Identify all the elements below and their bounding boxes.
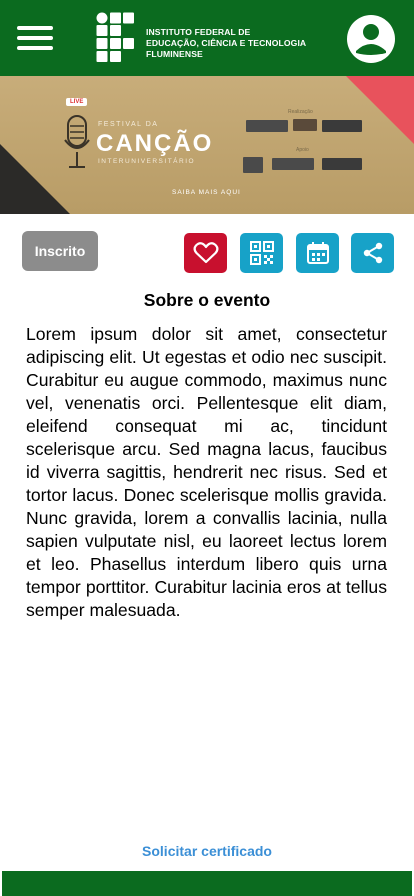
app-header: INSTITUTO FEDERAL DE EDUCAÇÃO, CIÊNCIA E… bbox=[0, 0, 414, 76]
banner-festival-text: FESTIVAL DA bbox=[98, 121, 159, 128]
logo-grid-icon bbox=[96, 12, 134, 62]
banner-decoration-dark bbox=[0, 144, 70, 214]
event-detail-screen: INSTITUTO FEDERAL DE EDUCAÇÃO, CIÊNCIA E… bbox=[0, 0, 414, 896]
logo-text-line2: EDUCAÇÃO, CIÊNCIA E TECNOLOGIA bbox=[146, 38, 307, 48]
qr-code-icon bbox=[249, 241, 274, 265]
banner-title: CANÇÃO bbox=[96, 130, 214, 157]
logo-text: INSTITUTO FEDERAL DE EDUCAÇÃO, CIÊNCIA E… bbox=[146, 27, 326, 60]
event-banner[interactable]: LIVE FESTIVAL DA CANÇÃO INTERUNIVERSITÁR… bbox=[0, 76, 414, 214]
sponsor-logo bbox=[243, 157, 263, 173]
microphone-icon bbox=[64, 115, 90, 168]
banner-realizacao-label: Realização bbox=[288, 109, 313, 115]
calendar-button[interactable] bbox=[296, 233, 339, 273]
banner-subtitle: INTERUNIVERSITÁRIO bbox=[98, 158, 196, 165]
sponsor-logo bbox=[293, 119, 317, 131]
calendar-icon bbox=[306, 242, 329, 264]
user-avatar-icon[interactable] bbox=[347, 15, 395, 63]
live-badge: LIVE bbox=[66, 98, 88, 106]
qr-code-button[interactable] bbox=[240, 233, 283, 273]
section-title: Sobre o evento bbox=[143, 290, 271, 310]
bottom-bar bbox=[2, 871, 412, 896]
share-icon bbox=[363, 242, 382, 264]
heart-icon bbox=[193, 242, 218, 264]
share-button[interactable] bbox=[351, 233, 394, 273]
logo-text-line3: FLUMINENSE bbox=[146, 49, 203, 59]
favorite-button[interactable] bbox=[184, 233, 227, 273]
hamburger-menu-icon[interactable] bbox=[17, 26, 53, 50]
banner-cta: SAIBA MAIS AQUI bbox=[172, 189, 241, 196]
event-description: Lorem ipsum dolor sit amet, consectetur … bbox=[26, 324, 387, 620]
sponsor-logo bbox=[246, 120, 288, 132]
request-certificate-link[interactable]: Solicitar certificado bbox=[0, 843, 414, 859]
logo-text-line1: INSTITUTO FEDERAL DE bbox=[146, 27, 251, 37]
sponsor-logo bbox=[322, 158, 362, 170]
banner-decoration-red bbox=[346, 76, 414, 144]
sponsor-logo bbox=[322, 120, 362, 132]
banner-apoio-label: Apoio bbox=[296, 147, 309, 153]
inscrito-button[interactable]: Inscrito bbox=[22, 231, 98, 271]
sponsor-logo bbox=[272, 158, 314, 170]
